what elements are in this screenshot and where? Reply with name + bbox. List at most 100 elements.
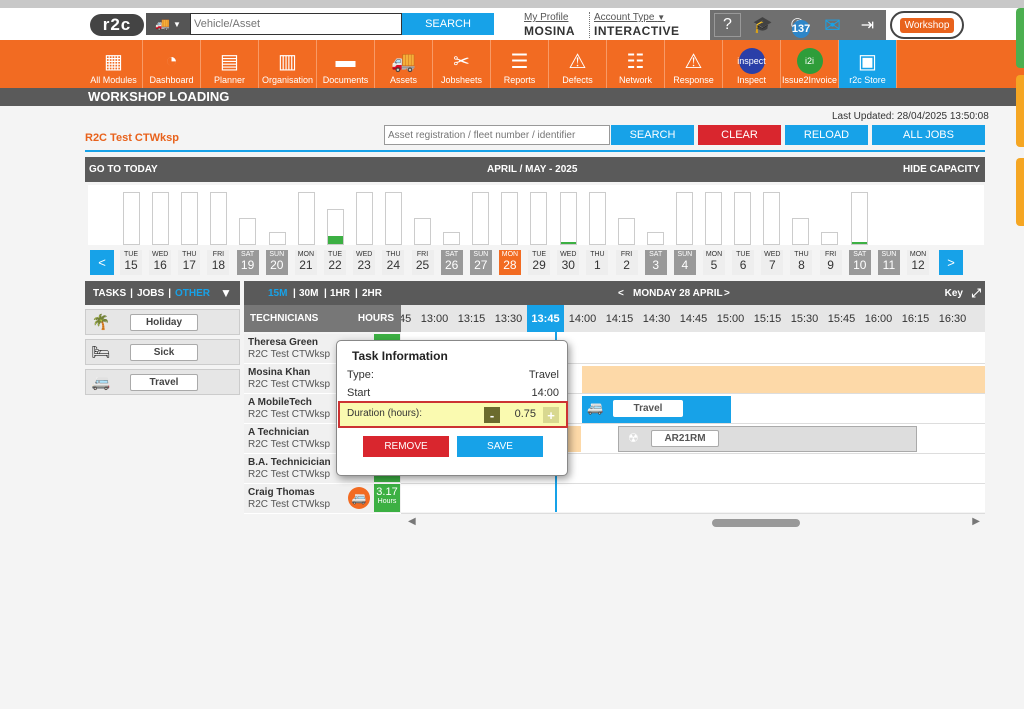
zoom-15m[interactable]: 15M — [268, 288, 287, 299]
zoom-30m[interactable]: 30M — [299, 288, 318, 299]
day-cell[interactable]: SUN 4 — [673, 250, 696, 275]
horizontal-scrollbar[interactable]: ◀ ▶ — [404, 516, 984, 530]
travel-block[interactable]: 🚐 Travel — [582, 396, 731, 423]
task-item-holiday[interactable]: 🌴 Holiday — [85, 309, 240, 335]
zoom-1hr[interactable]: 1HR — [330, 288, 350, 299]
nav-item-clipboard[interactable]: ☰ Reports — [491, 40, 549, 88]
all-jobs-button[interactable]: ALL JOBS — [872, 125, 985, 145]
asset-search-input[interactable] — [384, 125, 610, 145]
day-cell[interactable]: SAT 26 — [440, 250, 463, 275]
remove-button[interactable]: REMOVE — [363, 436, 449, 457]
nav-item-store[interactable]: ▣ r2c Store — [839, 40, 897, 88]
graduation-cap-icon[interactable]: 🎓 — [745, 10, 780, 40]
day-cell[interactable]: THU 8 — [790, 250, 813, 275]
side-tab[interactable] — [1016, 158, 1024, 226]
account-type-block[interactable]: Account Type ▼ INTERACTIVE — [589, 12, 680, 38]
day-cell[interactable]: FRI 2 — [615, 250, 638, 275]
day-cell[interactable]: WED 23 — [353, 250, 376, 275]
day-cell[interactable]: WED 16 — [149, 250, 172, 275]
day-cell[interactable]: FRI 18 — [207, 250, 230, 275]
logout-icon[interactable]: ⇥ — [850, 10, 885, 40]
day-name: SAT — [649, 251, 663, 258]
day-cell[interactable]: FRI 25 — [411, 250, 434, 275]
nav-item-warning[interactable]: ⚠ Defects — [549, 40, 607, 88]
day-cell[interactable]: SAT 3 — [644, 250, 667, 275]
save-button[interactable]: SAVE — [457, 436, 543, 457]
scroll-left-icon[interactable]: ◀ — [408, 516, 416, 527]
day-cell[interactable]: WED 7 — [761, 250, 784, 275]
zoom-2hr[interactable]: 2HR — [362, 288, 382, 299]
nav-item-response[interactable]: ⚠ Response — [665, 40, 723, 88]
day-cell[interactable]: SUN 27 — [469, 250, 492, 275]
tab-other[interactable]: OTHER — [175, 288, 210, 299]
day-cell[interactable]: SUN 11 — [877, 250, 900, 275]
day-cell[interactable]: TUE 6 — [732, 250, 755, 275]
nav-item-building[interactable]: ▥ Organisation — [259, 40, 317, 88]
day-number: 29 — [532, 258, 546, 272]
mail-icon[interactable]: ✉ — [815, 10, 850, 40]
tab-tasks[interactable]: TASKS — [93, 288, 126, 299]
scroll-thumb[interactable] — [712, 519, 800, 527]
account-type-link[interactable]: Account Type ▼ — [594, 12, 680, 23]
day-cell[interactable]: MON 5 — [703, 250, 725, 275]
task-item-sick[interactable]: 🛏 Sick — [85, 339, 240, 365]
day-cell[interactable]: FRI 9 — [819, 250, 842, 275]
vehicle-type-select[interactable]: 🚚 ▼ — [146, 13, 190, 35]
duration-value[interactable]: 0.75 — [508, 408, 536, 420]
r2c-logo[interactable]: r2c — [90, 14, 144, 36]
nav-item-truck[interactable]: 🚚 Assets — [375, 40, 433, 88]
technician-row[interactable]: Craig Thomas R2C Test CTWksp 🚐 3.17 Hours — [244, 484, 401, 514]
day-cell[interactable]: THU 17 — [178, 250, 201, 275]
job-block[interactable]: ☢ AR21RM — [618, 426, 917, 452]
day-cell[interactable]: MON 21 — [294, 250, 317, 275]
next-days-button[interactable]: > — [939, 250, 963, 275]
filter-icon[interactable]: ▼ — [220, 286, 232, 300]
day-cell[interactable]: TUE 29 — [528, 250, 551, 275]
planned-block[interactable] — [582, 366, 985, 393]
nav-item-folder[interactable]: ▬ Documents — [317, 40, 375, 88]
day-cell[interactable]: MON 12 — [907, 250, 930, 275]
day-cell[interactable]: TUE 22 — [324, 250, 347, 275]
day-cell[interactable]: SAT 10 — [848, 250, 871, 275]
phone-icon[interactable]: ✆137 — [780, 10, 815, 40]
nav-item-inspect[interactable]: inspect Inspect — [723, 40, 781, 88]
expand-icon[interactable]: ⤢ — [971, 286, 981, 301]
help-icon[interactable]: ? — [714, 13, 741, 37]
key-button[interactable]: Key — [945, 288, 963, 299]
search-button[interactable]: SEARCH — [611, 125, 694, 145]
workshop-button[interactable]: Workshop — [890, 11, 964, 39]
side-tab[interactable] — [1016, 75, 1024, 147]
nav-item-i2i[interactable]: i2i Issue2Invoice — [781, 40, 839, 88]
duration-minus-button[interactable]: - — [484, 407, 500, 423]
vehicle-search-button[interactable]: SEARCH — [402, 13, 494, 35]
hide-capacity-button[interactable]: HIDE CAPACITY — [903, 164, 980, 175]
reload-button[interactable]: RELOAD — [785, 125, 868, 145]
nav-item-tools[interactable]: ✂ Jobsheets — [433, 40, 491, 88]
task-item-travel[interactable]: 🚐 Travel — [85, 369, 240, 395]
day-cell[interactable]: WED 30 — [557, 250, 580, 275]
clear-button[interactable]: CLEAR — [698, 125, 781, 145]
scroll-right-icon[interactable]: ▶ — [972, 516, 980, 527]
side-tab[interactable] — [1016, 8, 1024, 68]
day-cell[interactable]: TUE 15 — [120, 250, 142, 275]
nav-item-calendar[interactable]: ▤ Planner — [201, 40, 259, 88]
duration-plus-button[interactable]: + — [543, 407, 559, 423]
profile-block[interactable]: My Profile MOSINA — [524, 12, 575, 38]
day-cell[interactable]: THU 24 — [382, 250, 405, 275]
day-cell[interactable]: THU 1 — [586, 250, 609, 275]
go-to-today-button[interactable]: GO TO TODAY — [89, 164, 158, 175]
nav-item-gauge[interactable]: ◔ Dashboard — [143, 40, 201, 88]
my-profile-link[interactable]: My Profile — [524, 12, 575, 23]
prev-day-button[interactable]: < — [618, 288, 624, 299]
nav-item-label: Inspect — [736, 75, 767, 85]
day-cell[interactable]: SAT 19 — [236, 250, 259, 275]
nav-item-grid[interactable]: ▦ All Modules — [85, 40, 143, 88]
nav-item-contacts[interactable]: ☷ Network — [607, 40, 665, 88]
day-cell[interactable]: MON 28 — [498, 250, 521, 275]
chevron-right-icon: > — [947, 255, 955, 270]
tab-jobs[interactable]: JOBS — [137, 288, 164, 299]
next-day-button[interactable]: > — [724, 288, 730, 299]
vehicle-search-input[interactable] — [190, 13, 402, 35]
day-cell[interactable]: SUN 20 — [265, 250, 288, 275]
capacity-bar-11 — [443, 232, 461, 245]
